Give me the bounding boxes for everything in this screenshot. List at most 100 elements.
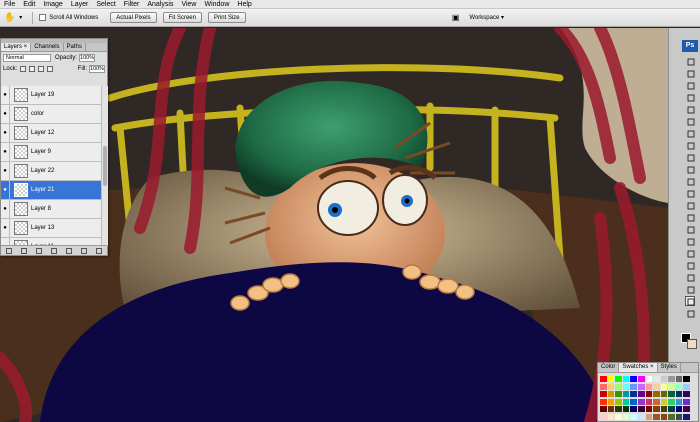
3d-tool-icon[interactable] [685, 284, 695, 294]
workspace-icon[interactable]: ▣ [452, 13, 460, 22]
menu-edit[interactable]: Edit [23, 0, 35, 9]
color-swatch[interactable] [668, 376, 675, 382]
color-swatch[interactable] [660, 413, 668, 420]
gradient-tool-icon[interactable] [685, 188, 695, 198]
fit-screen-button[interactable]: Fit Screen [162, 12, 202, 23]
color-swatch[interactable] [600, 383, 607, 390]
visibility-eye-icon[interactable]: ● [1, 142, 10, 162]
color-swatch[interactable] [645, 413, 653, 420]
color-swatch[interactable] [683, 383, 690, 390]
color-swatch[interactable] [615, 383, 622, 390]
menu-select[interactable]: Select [96, 0, 115, 9]
color-swatch[interactable] [622, 391, 630, 397]
quick-select-tool-icon[interactable] [685, 92, 695, 102]
color-swatch[interactable] [622, 398, 630, 405]
link-layers-icon[interactable] [5, 247, 12, 254]
color-swatch[interactable] [645, 398, 653, 405]
color-swatch[interactable] [630, 398, 637, 405]
color-swatch[interactable] [660, 391, 668, 397]
color-swatch[interactable] [622, 413, 630, 420]
color-swatch[interactable] [607, 398, 615, 405]
color-swatch[interactable] [675, 391, 683, 397]
tab-swatches[interactable]: Swatches × [619, 363, 658, 372]
color-swatch[interactable] [630, 413, 637, 420]
color-swatch[interactable] [645, 391, 653, 397]
color-swatch[interactable] [607, 413, 615, 420]
layer-row[interactable]: ● Layer 22 [1, 161, 101, 181]
adjustment-layer-icon[interactable] [50, 247, 57, 254]
hand-tool-icon[interactable] [685, 296, 695, 306]
color-swatch[interactable] [675, 406, 683, 412]
color-swatch[interactable] [645, 383, 653, 390]
layer-row[interactable]: ● color [1, 104, 101, 124]
color-swatch[interactable] [622, 406, 630, 412]
eyedropper-tool-icon[interactable] [685, 116, 695, 126]
tab-layers[interactable]: Layers × [1, 43, 32, 51]
color-swatch[interactable] [622, 376, 630, 382]
color-swatch[interactable] [675, 383, 683, 390]
scrollbar-thumb[interactable] [103, 146, 107, 186]
scroll-all-windows-checkbox[interactable] [39, 14, 47, 21]
fill-input[interactable]: 100% [89, 64, 105, 73]
menu-analysis[interactable]: Analysis [147, 0, 173, 9]
path-select-icon[interactable] [685, 248, 695, 258]
visibility-eye-icon[interactable]: ● [1, 86, 10, 105]
new-group-icon[interactable] [66, 247, 73, 254]
color-swatch[interactable] [600, 391, 607, 397]
crop-tool-icon[interactable] [685, 104, 695, 114]
visibility-eye-icon[interactable]: ● [1, 104, 10, 124]
menu-image[interactable]: Image [43, 0, 62, 9]
color-swatch[interactable] [630, 383, 637, 390]
lasso-tool-icon[interactable] [685, 80, 695, 90]
color-swatch[interactable] [660, 383, 668, 390]
color-swatch[interactable] [675, 413, 683, 420]
dodge-tool-icon[interactable] [685, 212, 695, 222]
color-swatch[interactable] [607, 376, 615, 382]
color-swatch[interactable] [653, 406, 660, 412]
color-swatch[interactable] [607, 383, 615, 390]
color-swatch[interactable] [622, 383, 630, 390]
blend-mode-select[interactable]: Normal [3, 53, 51, 62]
move-tool-icon[interactable] [685, 56, 695, 66]
color-swatch[interactable] [668, 391, 675, 397]
color-swatch[interactable] [660, 406, 668, 412]
color-swatch[interactable] [653, 376, 660, 382]
color-swatch[interactable] [668, 383, 675, 390]
color-swatch[interactable] [668, 398, 675, 405]
brush-tool-icon[interactable] [685, 140, 695, 150]
visibility-eye-icon[interactable]: ● [1, 180, 10, 200]
layer-row[interactable]: ● Layer 8 [1, 199, 101, 219]
color-swatch[interactable] [600, 406, 607, 412]
color-swatch[interactable] [630, 376, 637, 382]
color-swatch[interactable] [630, 406, 637, 412]
lock-transparency-icon[interactable] [20, 65, 27, 72]
color-swatch[interactable] [675, 376, 683, 382]
color-swatch[interactable] [645, 376, 653, 382]
color-swatch[interactable] [683, 413, 690, 420]
color-swatch[interactable] [645, 406, 653, 412]
visibility-eye-icon[interactable]: ● [1, 161, 10, 181]
add-mask-icon[interactable] [35, 247, 42, 254]
lock-position-icon[interactable] [38, 65, 45, 72]
tab-channels[interactable]: Channels [31, 43, 64, 51]
color-swatch[interactable] [637, 391, 645, 397]
clone-stamp-icon[interactable] [685, 152, 695, 162]
menu-layer[interactable]: Layer [71, 0, 89, 9]
color-swatch[interactable] [668, 413, 675, 420]
print-size-button[interactable]: Print Size [207, 12, 246, 23]
workspace-menu[interactable]: Workspace ▾ [469, 14, 504, 21]
pen-tool-icon[interactable] [685, 224, 695, 234]
color-swatch[interactable] [615, 391, 622, 397]
color-swatch[interactable] [683, 406, 690, 412]
menu-view[interactable]: View [181, 0, 196, 9]
hand-tool-icon[interactable]: ✋ [4, 12, 15, 23]
layers-scrollbar[interactable] [101, 86, 108, 246]
marquee-tool-icon[interactable] [685, 68, 695, 78]
menu-help[interactable]: Help [237, 0, 251, 9]
opacity-input[interactable]: 100% [79, 53, 96, 62]
color-swatch[interactable] [630, 391, 637, 397]
visibility-eye-icon[interactable]: ● [1, 199, 10, 219]
color-swatch[interactable] [637, 376, 645, 382]
tab-styles[interactable]: Styles [658, 363, 681, 372]
layer-row[interactable]: ● Layer 12 [1, 123, 101, 143]
